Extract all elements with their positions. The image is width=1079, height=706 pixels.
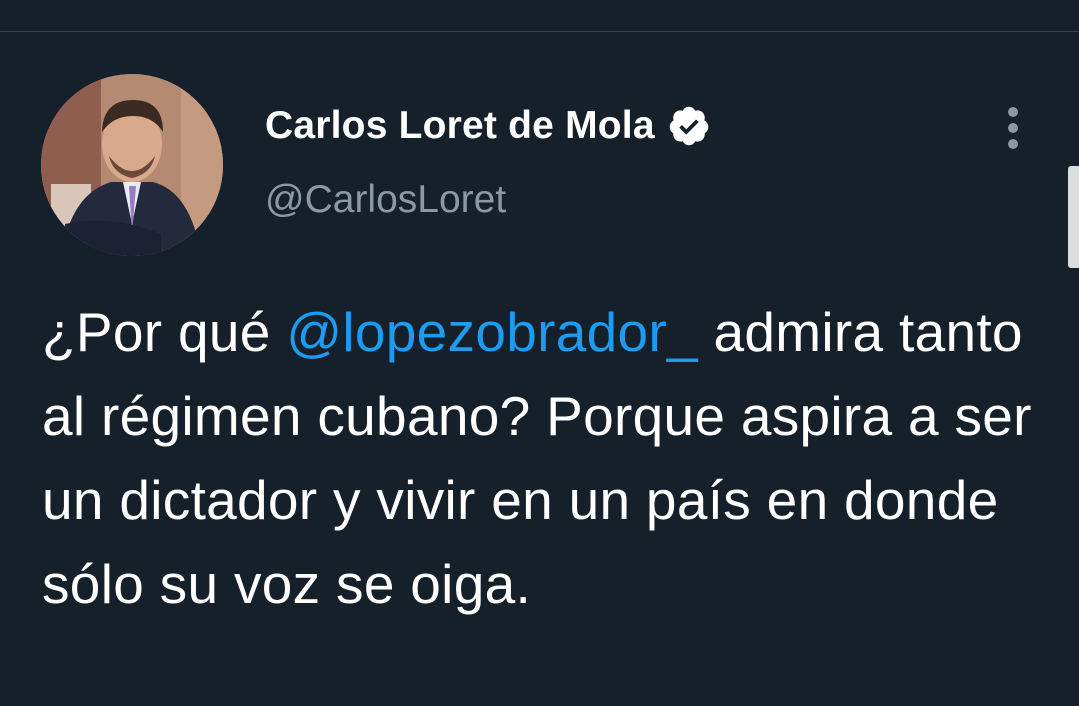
author-name-text[interactable]: Carlos Loret de Mola <box>265 104 655 148</box>
author-avatar[interactable] <box>41 74 223 256</box>
more-vertical-icon <box>1008 107 1018 149</box>
scrollbar-thumb[interactable] <box>1068 166 1079 268</box>
tweet-text: ¿Por qué @lopezobrador_ admira tanto al … <box>42 290 1052 626</box>
more-options-button[interactable] <box>998 104 1028 152</box>
avatar-image <box>41 74 223 256</box>
tweet-screen: Carlos Loret de Mola @CarlosLoret ¿Por q… <box>0 0 1079 706</box>
author-handle[interactable]: @CarlosLoret <box>265 178 506 222</box>
author-display-name[interactable]: Carlos Loret de Mola <box>265 104 711 148</box>
verified-badge-icon <box>667 104 711 148</box>
mention-link[interactable]: @lopezobrador_ <box>286 301 698 363</box>
tweet-text-before-mention: ¿Por qué <box>42 301 287 363</box>
top-divider <box>0 31 1079 32</box>
